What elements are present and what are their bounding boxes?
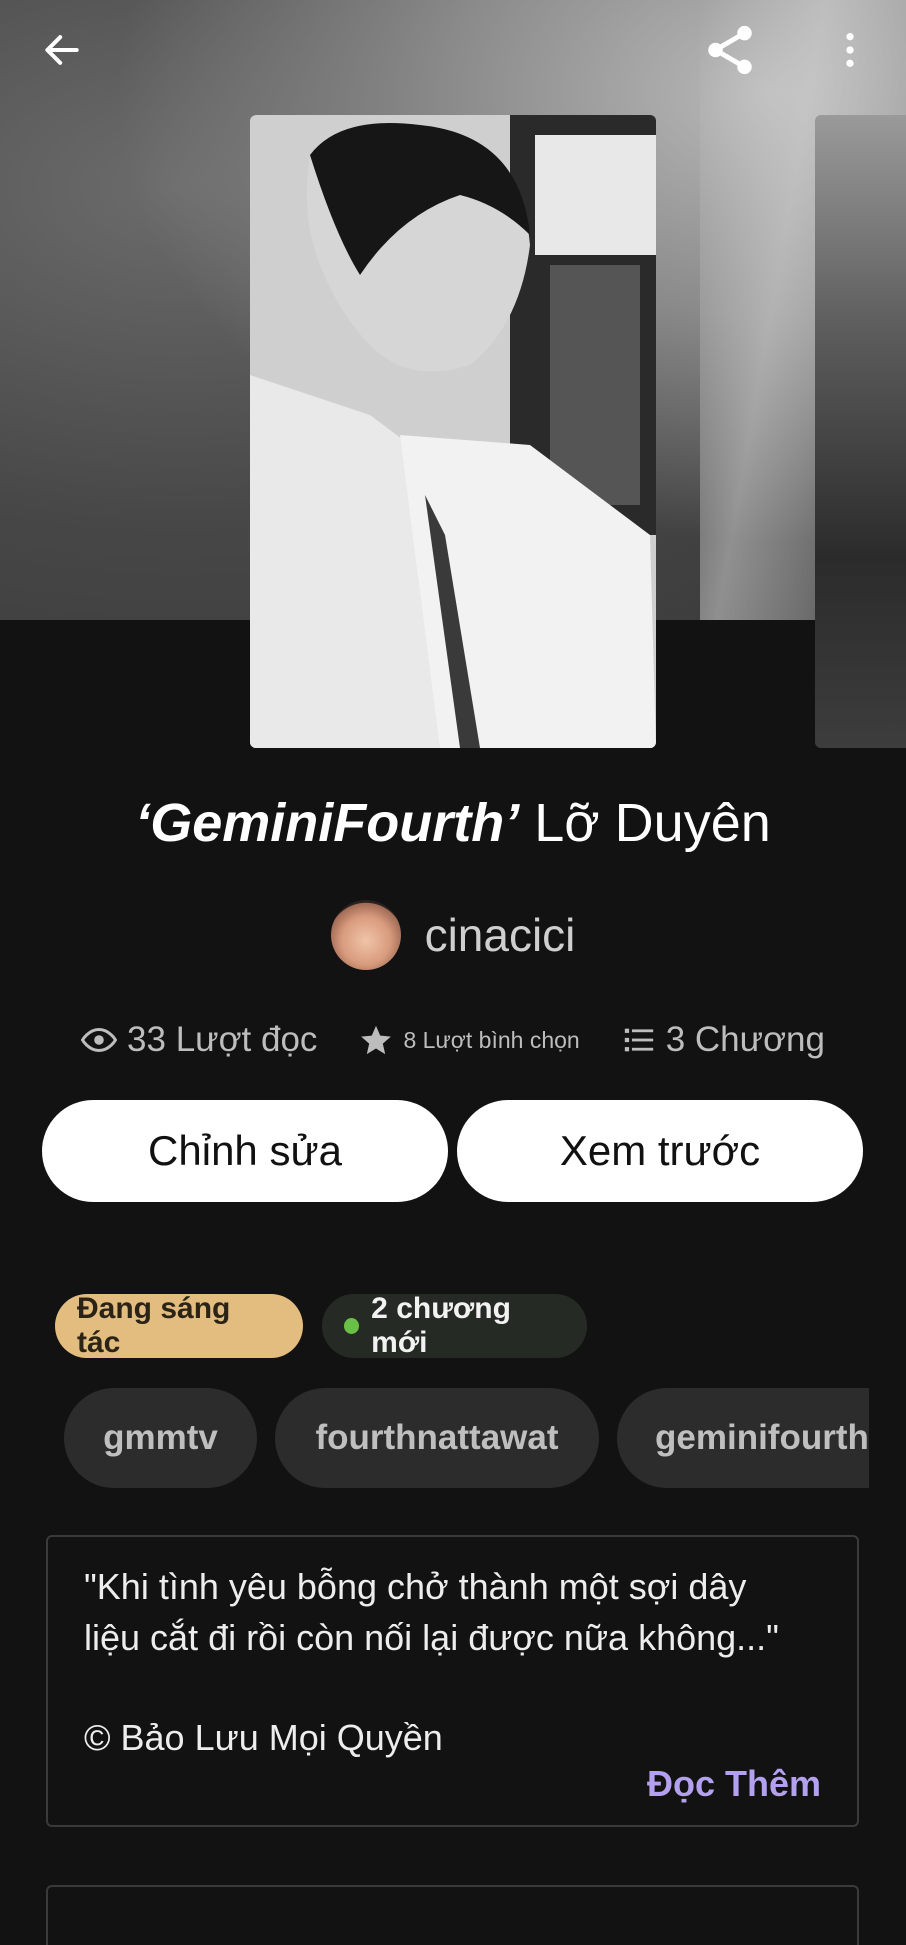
story-title-bold: ‘GeminiFourth’ xyxy=(135,793,520,853)
story-title: ‘GeminiFourth’ Lỡ Duyên xyxy=(0,790,906,856)
more-vertical-icon xyxy=(846,33,854,67)
tag-list: gmmtv fourthnattawat geminifourth xyxy=(0,1388,869,1488)
new-chapters-label: 2 chương mới xyxy=(371,1292,511,1359)
stat-votes: 8 Lượt bình chọn xyxy=(359,1023,580,1057)
new-chapters-badge: 2 chương mới xyxy=(322,1292,587,1359)
tag-chip[interactable]: gmmtv xyxy=(64,1388,257,1488)
description-line-1: "Khi tình yêu bỗng chở thành một sợi dây xyxy=(84,1566,747,1607)
story-description: "Khi tình yêu bỗng chở thành một sợi dây… xyxy=(46,1535,859,1827)
author-avatar[interactable] xyxy=(330,900,401,970)
eye-icon xyxy=(81,1027,118,1053)
next-section-card xyxy=(46,1885,859,1945)
top-bar xyxy=(0,0,906,100)
stat-reads: 33 Lượt đọc xyxy=(81,1020,317,1060)
status-badge: Đang sáng tác xyxy=(55,1292,303,1359)
tag-chip[interactable]: geminifourth xyxy=(617,1388,869,1488)
description-line-2: liệu cắt đi rồi còn nối lại được nữa khô… xyxy=(84,1617,779,1658)
author-name[interactable]: cinacici xyxy=(425,908,576,962)
stat-votes-label: 8 Lượt bình chọn xyxy=(403,1026,580,1053)
stat-reads-label: 33 Lượt đọc xyxy=(127,1020,318,1059)
stat-chapters-label: 3 Chương xyxy=(665,1020,825,1059)
author-row[interactable]: cinacici xyxy=(0,898,906,972)
new-indicator-dot xyxy=(344,1318,360,1334)
story-cover[interactable] xyxy=(250,115,656,748)
tag-chip[interactable]: fourthnattawat xyxy=(275,1388,599,1488)
list-icon xyxy=(624,1028,653,1052)
cover-photo xyxy=(250,115,656,748)
preview-button[interactable]: Xem trước xyxy=(457,1100,863,1202)
story-stats: 33 Lượt đọc 8 Lượt bình chọn 3 Chương xyxy=(0,1010,906,1070)
more-options-button[interactable] xyxy=(818,18,882,82)
share-button[interactable] xyxy=(698,18,762,82)
star-icon xyxy=(361,1025,392,1055)
story-title-rest: Lỡ Duyên xyxy=(519,793,771,853)
next-story-cover[interactable] xyxy=(815,115,906,748)
share-icon xyxy=(708,25,752,75)
back-button[interactable] xyxy=(30,18,94,82)
copyright-notice: © Bảo Lưu Mọi Quyền xyxy=(84,1717,443,1758)
stat-chapters: 3 Chương xyxy=(622,1020,825,1060)
edit-button[interactable]: Chỉnh sửa xyxy=(42,1100,448,1202)
arrow-left-icon xyxy=(45,35,79,65)
read-more-link[interactable]: Đọc Thêm xyxy=(647,1763,821,1805)
